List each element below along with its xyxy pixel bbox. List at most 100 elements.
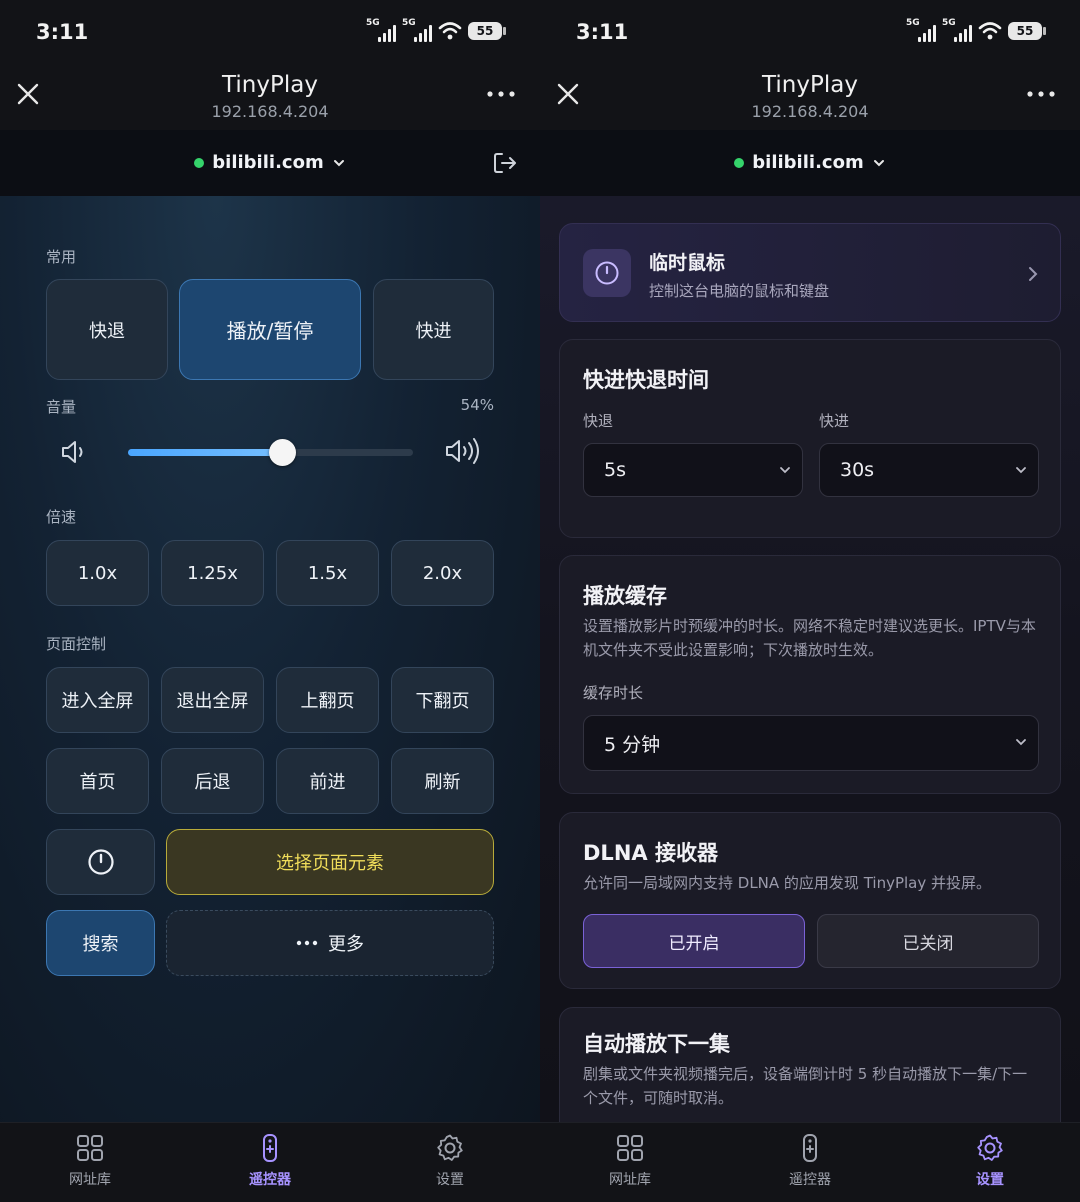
play-pause-button[interactable]: 播放/暂停	[179, 279, 361, 380]
speed-1x-button[interactable]: 1.0x	[46, 540, 149, 606]
nav-tab-settings[interactable]: 设置	[930, 1133, 1050, 1189]
forward-time-value: 30s	[840, 459, 875, 481]
status-bar: 3:11 5G 5G 55	[0, 0, 540, 66]
back-button[interactable]: 后退	[161, 748, 264, 814]
grid-icon	[617, 1135, 643, 1161]
device-ip: 192.168.4.204	[751, 102, 869, 121]
nav-tab-url-library[interactable]: 网址库	[570, 1133, 690, 1189]
home-button[interactable]: 首页	[46, 748, 149, 814]
volume-high-icon[interactable]	[444, 436, 482, 466]
cache-duration-value: 5 分钟	[604, 733, 661, 756]
site-name: bilibili.com	[752, 152, 864, 173]
more-actions-button[interactable]: 更多	[166, 910, 494, 976]
cache-duration-label: 缓存时长	[583, 684, 644, 702]
forward-button[interactable]: 快进	[373, 279, 494, 380]
nav-tab-settings[interactable]: 设置	[390, 1133, 510, 1189]
dlna-on-button[interactable]: 已开启	[583, 914, 805, 968]
remote-icon	[803, 1134, 817, 1162]
chevron-down-icon	[780, 467, 790, 474]
battery-indicator: 55	[1008, 22, 1046, 40]
play-cache-title: 播放缓存	[583, 584, 667, 608]
dlna-off-button[interactable]: 已关闭	[817, 914, 1039, 968]
volume-slider-thumb[interactable]	[268, 439, 296, 466]
enter-fullscreen-button[interactable]: 进入全屏	[46, 667, 149, 733]
settings-screen: 3:11 5G 5G 55 TinyPlay 192.168.4.204 bil…	[540, 0, 1080, 1202]
bottom-nav: 网址库 遥控器 设置	[540, 1122, 1080, 1202]
signal-icon: 5G	[942, 18, 972, 42]
more-icon[interactable]	[1026, 84, 1056, 104]
rewind-time-value: 5s	[604, 459, 626, 481]
title-bar: TinyPlay 192.168.4.204	[540, 66, 1080, 130]
dlna-card: DLNA 接收器 允许同一局域网内支持 DLNA 的应用发现 TinyPlay …	[559, 812, 1061, 989]
forward-field-label: 快进	[819, 412, 850, 430]
status-icons: 5G 5G 55	[366, 18, 506, 42]
temp-mouse-title: 临时鼠标	[649, 252, 726, 274]
temp-mouse-desc: 控制这台电脑的鼠标和键盘	[649, 282, 830, 300]
mouse-mode-button[interactable]	[46, 829, 155, 895]
online-status-dot	[194, 157, 205, 168]
gear-icon	[437, 1134, 463, 1161]
online-status-dot	[734, 157, 745, 168]
dlna-desc: 允许同一局域网内支持 DLNA 的应用发现 TinyPlay 并投屏。	[583, 874, 991, 892]
site-bar: bilibili.com	[0, 130, 540, 196]
page-down-button[interactable]: 下翻页	[391, 667, 494, 733]
power-icon	[595, 261, 619, 285]
refresh-button[interactable]: 刷新	[391, 748, 494, 814]
bottom-nav: 网址库 遥控器 设置	[0, 1122, 540, 1202]
section-label-common: 常用	[46, 248, 77, 266]
next-button[interactable]: 前进	[276, 748, 379, 814]
speed-1-25x-button[interactable]: 1.25x	[161, 540, 264, 606]
chevron-down-icon	[1016, 739, 1026, 746]
play-cache-card: 播放缓存 设置播放影片时预缓冲的时长。网络不稳定时建议选更长。IPTV与本机文件…	[559, 555, 1061, 794]
dlna-title: DLNA 接收器	[583, 841, 718, 865]
remote-screen: 3:11 5G 5G 55 TinyPlay 192.168.4.204 bil…	[0, 0, 540, 1202]
site-bar: bilibili.com	[540, 130, 1080, 196]
site-selector[interactable]: bilibili.com	[540, 152, 1080, 173]
rewind-time-select[interactable]: 5s	[583, 443, 803, 497]
cache-duration-select[interactable]: 5 分钟	[583, 715, 1039, 771]
grid-icon	[77, 1135, 103, 1161]
remote-panel: 常用 快退 播放/暂停 快进 音量 54% 倍速 1.0x 1.25x 1.5x…	[0, 196, 540, 1122]
speed-2x-button[interactable]: 2.0x	[391, 540, 494, 606]
site-name: bilibili.com	[212, 152, 324, 173]
select-page-element-button[interactable]: 选择页面元素	[166, 829, 494, 895]
speed-1-5x-button[interactable]: 1.5x	[276, 540, 379, 606]
autoplay-title: 自动播放下一集	[583, 1032, 730, 1056]
signal-icon: 5G	[402, 18, 432, 42]
power-icon	[87, 849, 114, 875]
app-title: TinyPlay	[762, 72, 858, 98]
nav-tab-remote[interactable]: 遥控器	[210, 1133, 330, 1189]
remote-icon	[263, 1134, 277, 1162]
section-label-page-control: 页面控制	[46, 635, 107, 653]
search-button[interactable]: 搜索	[46, 910, 155, 976]
nav-tab-remote[interactable]: 遥控器	[750, 1133, 870, 1189]
autoplay-desc: 剧集或文件夹视频播完后，设备端倒计时 5 秒自动播放下一集/下一个文件，可随时取…	[583, 1065, 1028, 1107]
rewind-field-label: 快退	[583, 412, 614, 430]
seek-time-title: 快进快退时间	[583, 368, 709, 392]
rewind-button[interactable]: 快退	[46, 279, 168, 380]
volume-slider[interactable]	[128, 439, 413, 466]
more-actions-label: 更多	[328, 934, 364, 955]
exit-icon[interactable]	[492, 150, 518, 176]
status-time: 3:11	[576, 20, 629, 44]
forward-time-select[interactable]: 30s	[819, 443, 1039, 497]
device-ip: 192.168.4.204	[211, 102, 329, 121]
section-label-speed: 倍速	[46, 508, 77, 526]
seek-time-card: 快进快退时间 快退 快进 5s 30s	[559, 339, 1061, 538]
status-bar: 3:11 5G 5G 55	[540, 0, 1080, 66]
volume-low-icon[interactable]	[60, 438, 90, 466]
chevron-down-icon	[1016, 467, 1026, 474]
signal-icon: 5G	[366, 18, 396, 42]
chevron-right-icon	[1029, 267, 1038, 281]
chevron-down-icon	[333, 159, 344, 166]
site-selector[interactable]: bilibili.com	[0, 152, 540, 173]
page-up-button[interactable]: 上翻页	[276, 667, 379, 733]
more-icon[interactable]	[486, 84, 516, 104]
temp-mouse-card[interactable]: 临时鼠标 控制这台电脑的鼠标和键盘	[559, 223, 1061, 322]
chevron-down-icon	[873, 159, 884, 166]
app-title: TinyPlay	[222, 72, 318, 98]
settings-panel: 临时鼠标 控制这台电脑的鼠标和键盘 快进快退时间 快退 快进 5s 30s 播放…	[540, 196, 1080, 1147]
status-icons: 5G 5G 55	[906, 18, 1046, 42]
exit-fullscreen-button[interactable]: 退出全屏	[161, 667, 264, 733]
nav-tab-url-library[interactable]: 网址库	[30, 1133, 150, 1189]
